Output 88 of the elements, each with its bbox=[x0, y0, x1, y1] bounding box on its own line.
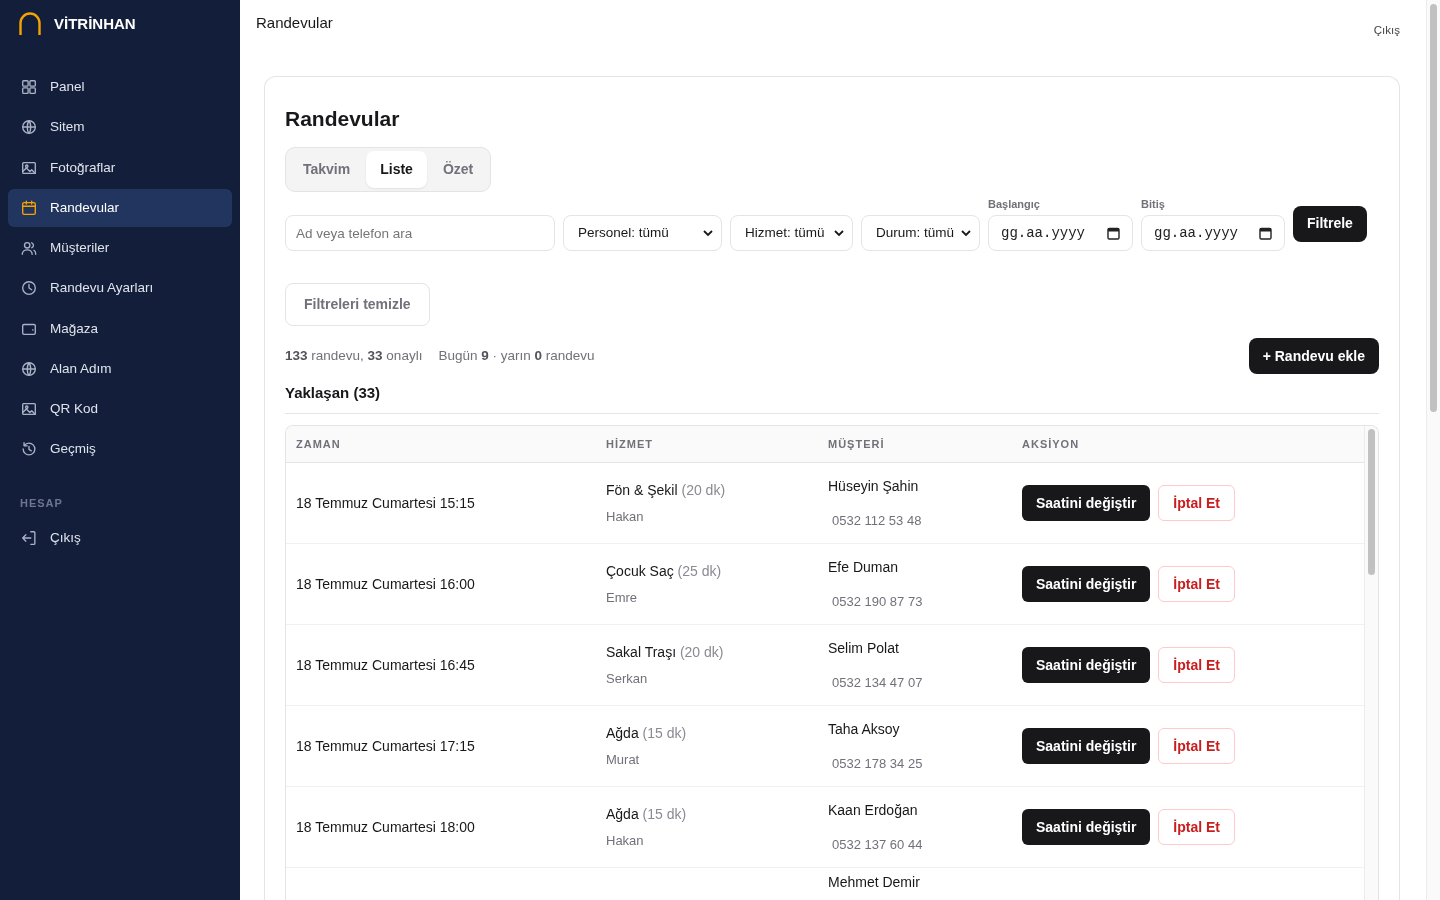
logout-link[interactable]: Çıkış bbox=[1373, 22, 1400, 40]
service-text: Fön & Şekil (20 dk) bbox=[606, 480, 727, 500]
column-header: HİZMET bbox=[596, 425, 818, 463]
appointment-time: 18 Temmuz Cumartesi 17:15 bbox=[296, 737, 475, 754]
service-text: Sakal Traşı (20 dk) bbox=[606, 642, 725, 662]
section-heading: HESAP bbox=[19, 495, 64, 511]
customer-name: Taha Aksoy bbox=[828, 719, 901, 739]
chevron-icon bbox=[961, 229, 971, 237]
sidebar-item[interactable]: Panel bbox=[8, 68, 232, 107]
customer-name: Selim Polat bbox=[828, 638, 900, 658]
column-header: ZAMAN bbox=[286, 425, 596, 463]
select-field[interactable]: Durum: tümü bbox=[861, 215, 980, 251]
appointment-time: 18 Temmuz Cumartesi 16:00 bbox=[296, 575, 475, 592]
sidebar-item[interactable]: Mağaza bbox=[8, 309, 232, 348]
search-field[interactable]: Ad veya telefon ara bbox=[285, 215, 555, 251]
customer-name: Mehmet Demir bbox=[828, 873, 921, 892]
logout-icon bbox=[20, 529, 38, 548]
date-field[interactable]: gg.aa.yyyy bbox=[1141, 215, 1285, 251]
date-field[interactable]: gg.aa.yyyy bbox=[988, 215, 1133, 251]
sidebar-item[interactable]: Randevular bbox=[8, 188, 232, 227]
calendar-icon bbox=[1107, 226, 1120, 240]
column-header: MÜŞTERİ bbox=[818, 425, 1012, 463]
brand-name: VİTRİNHAN bbox=[54, 13, 136, 34]
reschedule-button[interactable]: Saatini değiştir bbox=[1022, 485, 1151, 521]
select-field[interactable]: Hizmet: tümü bbox=[730, 215, 853, 251]
clock-icon bbox=[20, 279, 38, 298]
customer-name: Hüseyin Şahin bbox=[828, 476, 920, 496]
phone-number: 0532 178 34 25 bbox=[831, 754, 924, 773]
add-appointment-button[interactable]: + Randevu ekle bbox=[1248, 338, 1379, 374]
staff-name: Murat bbox=[606, 750, 641, 769]
service-text: Çocuk Saç (25 dk) bbox=[606, 561, 723, 581]
sidebar-item[interactable]: QR Kod bbox=[8, 390, 232, 429]
summary-text: 133 randevu, 33 onaylı bbox=[285, 346, 423, 365]
view-tab[interactable]: Liste bbox=[366, 150, 427, 188]
cancel-button[interactable]: İptal Et bbox=[1158, 485, 1236, 521]
users-icon bbox=[20, 239, 38, 258]
reschedule-button[interactable]: Saatini değiştir bbox=[1022, 566, 1151, 602]
grid-icon bbox=[20, 78, 38, 97]
sidebar-item[interactable]: Alan Adım bbox=[8, 349, 232, 388]
staff-name: Serkan bbox=[606, 669, 649, 688]
chevron-icon bbox=[834, 229, 844, 237]
sidebar-item[interactable]: Müşteriler bbox=[8, 229, 232, 268]
phone-number: 0532 190 87 73 bbox=[831, 592, 924, 611]
logo-icon bbox=[18, 12, 42, 36]
sidebar-item[interactable]: Randevu Ayarları bbox=[8, 269, 232, 308]
select-field[interactable]: Personel: tümü bbox=[563, 215, 722, 251]
phone-number: 0532 137 60 44 bbox=[831, 835, 924, 854]
cancel-button[interactable]: İptal Et bbox=[1158, 728, 1236, 764]
appointment-time: 18 Temmuz Cumartesi 15:15 bbox=[296, 494, 475, 511]
reschedule-button[interactable]: Saatini değiştir bbox=[1022, 728, 1151, 764]
staff-name: Emre bbox=[606, 588, 639, 607]
view-tab[interactable]: Özet bbox=[428, 150, 488, 188]
phone-number: 0532 112 53 48 bbox=[831, 511, 923, 530]
sidebar-item[interactable]: Çıkış bbox=[8, 519, 232, 558]
service-text: Ağda (15 dk) bbox=[606, 804, 688, 824]
phone-number: 0532 134 47 07 bbox=[831, 673, 924, 692]
card-title: Randevular bbox=[285, 106, 401, 132]
view-tab[interactable]: Takvim bbox=[289, 150, 365, 188]
chevron-icon bbox=[703, 229, 713, 237]
field-label: Başlangıç bbox=[988, 196, 1041, 212]
clear-filters-button[interactable]: Filtreleri temizle bbox=[285, 283, 430, 326]
scrollbar[interactable] bbox=[1426, 0, 1440, 900]
calendar-icon bbox=[20, 198, 38, 217]
summary-text: Bugün 9 · yarın 0 randevu bbox=[438, 346, 595, 365]
cancel-button[interactable]: İptal Et bbox=[1158, 809, 1236, 845]
globe-icon bbox=[20, 359, 38, 378]
section-title: Yaklaşan (33) bbox=[285, 374, 1379, 414]
sidebar-item[interactable]: Fotoğraflar bbox=[8, 148, 232, 187]
scrollbar[interactable] bbox=[1364, 425, 1378, 900]
staff-name: Hakan bbox=[606, 831, 645, 850]
cancel-button[interactable]: İptal Et bbox=[1158, 566, 1236, 602]
filter-button[interactable]: Filtrele bbox=[1293, 205, 1367, 242]
column-header: AKSİYON bbox=[1012, 425, 1364, 463]
reschedule-button[interactable]: Saatini değiştir bbox=[1022, 647, 1151, 683]
customer-name: Efe Duman bbox=[828, 557, 900, 577]
sidebar-item[interactable]: Geçmiş bbox=[8, 430, 232, 469]
service-text: Ağda (15 dk) bbox=[606, 723, 688, 743]
appointment-time: 18 Temmuz Cumartesi 16:45 bbox=[296, 656, 475, 673]
customer-name: Kaan Erdoğan bbox=[828, 800, 919, 820]
cancel-button[interactable]: İptal Et bbox=[1158, 647, 1236, 683]
appointment-time: 18 Temmuz Cumartesi 18:00 bbox=[296, 818, 475, 835]
calendar-icon bbox=[1259, 226, 1272, 240]
field-label: Bitiş bbox=[1141, 196, 1166, 212]
sidebar-item[interactable]: Sitem bbox=[8, 108, 232, 147]
page-title: Randevular bbox=[256, 13, 333, 33]
globe-icon bbox=[20, 118, 38, 137]
reschedule-button[interactable]: Saatini değiştir bbox=[1022, 809, 1151, 845]
staff-name: Hakan bbox=[606, 507, 645, 526]
